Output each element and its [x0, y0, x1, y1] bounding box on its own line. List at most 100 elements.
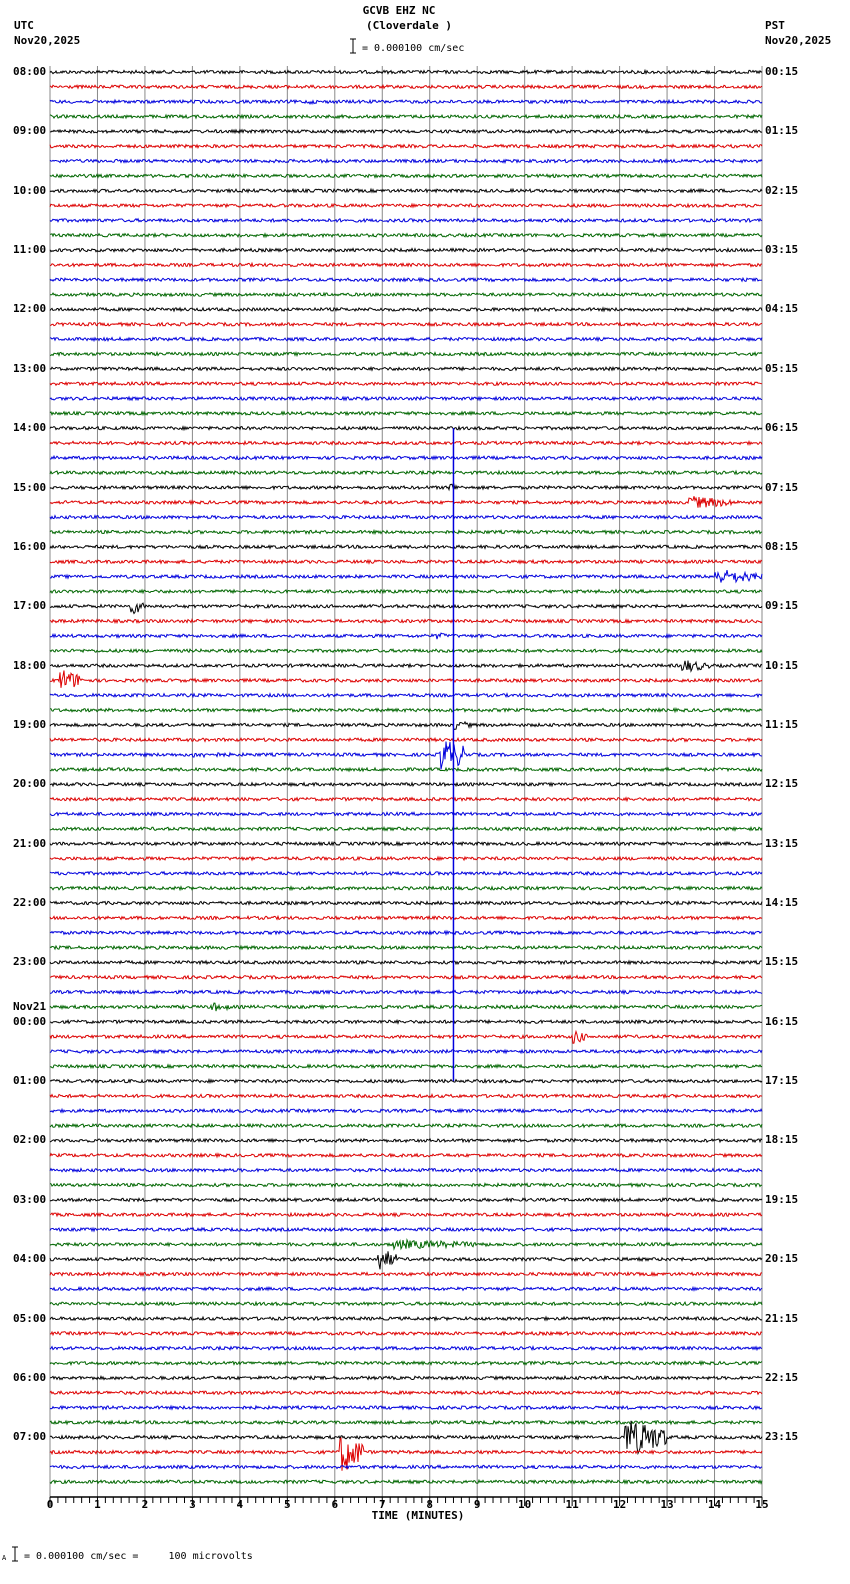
trace-line [49, 781, 763, 788]
trace-line [49, 1211, 763, 1218]
trace-line [49, 692, 763, 699]
trace-line [49, 1437, 763, 1471]
pst-hour-label: 19:15 [765, 1192, 799, 1206]
utc-hour-label: 21:00 [13, 836, 47, 850]
trace-line [49, 899, 763, 906]
trace-line [49, 410, 763, 417]
x-tick-label: 10 [518, 1498, 532, 1511]
x-tick-label: 12 [612, 1498, 627, 1511]
x-tick-label: 9 [473, 1498, 481, 1511]
trace-line [49, 796, 763, 803]
x-tick-label: 14 [707, 1498, 722, 1511]
trace-line [49, 1122, 763, 1129]
x-tick-label: 6 [331, 1498, 339, 1511]
trace-line [49, 365, 763, 372]
trace-line [49, 528, 762, 536]
pst-hour-label: 07:15 [765, 480, 799, 494]
trace-line [49, 974, 763, 981]
trace-line [49, 1063, 763, 1070]
pst-hour-label: 02:15 [765, 183, 799, 197]
pst-hour-label: 06:15 [765, 421, 799, 435]
trace-line [49, 632, 763, 640]
trace-line [49, 914, 763, 921]
trace-line [49, 143, 763, 150]
pst-hour-label: 16:15 [765, 1014, 799, 1028]
trace-line [49, 602, 763, 615]
pst-hour-label: 10:15 [765, 658, 799, 672]
utc-hour-label: 11:00 [13, 243, 47, 257]
trace-line [49, 855, 763, 862]
x-tick-label: 3 [189, 1498, 196, 1511]
utc-hour-label: 20:00 [13, 777, 47, 791]
trace-line [49, 1152, 763, 1159]
trace-line [49, 1226, 763, 1233]
utc-hour-label: 19:00 [13, 717, 47, 731]
utc-hour-label: 17:00 [13, 599, 47, 613]
trace-line [49, 276, 763, 283]
trace-line [49, 1464, 763, 1470]
pst-hour-label: 00:15 [765, 65, 799, 78]
trace-line [49, 469, 763, 476]
x-tick-label: 0 [46, 1498, 54, 1511]
trace-line [49, 741, 763, 770]
pst-hour-label: 08:15 [765, 539, 799, 553]
trace-line [49, 217, 763, 224]
x-tick-label: 11 [565, 1498, 579, 1511]
trace-line [49, 618, 763, 625]
trace-line [49, 543, 763, 550]
trace-line [49, 1271, 763, 1278]
pst-hour-label: 13:15 [765, 836, 799, 850]
trace-line [49, 514, 763, 521]
trace-line [49, 425, 763, 432]
trace-line [50, 706, 763, 714]
pst-hour-label: 05:15 [765, 361, 799, 375]
trace-line [50, 291, 763, 298]
utc-hour-label: 15:00 [13, 480, 47, 494]
utc-hour-label: 06:00 [13, 1370, 47, 1384]
trace-line [49, 1137, 763, 1144]
trace-line [49, 1092, 763, 1100]
trace-line [49, 558, 763, 565]
footer-scale-note: = 0.000100 cm/sec = 100 microvolts [24, 1551, 253, 1562]
x-tick-label: 5 [284, 1498, 291, 1511]
trace-line [49, 1167, 763, 1174]
trace-line [49, 395, 763, 402]
trace-line [49, 1478, 763, 1485]
trace-line [49, 172, 763, 179]
trace-line [49, 1315, 763, 1322]
footer-mark: A [2, 1554, 7, 1562]
utc-hour-label: 00:00 [13, 1014, 47, 1028]
trace-line [49, 1419, 763, 1426]
footer-scale-bar-icon [12, 1546, 18, 1566]
pst-hour-label: 15:15 [765, 955, 799, 969]
trace-line [49, 1002, 763, 1012]
x-tick-label: 13 [660, 1498, 674, 1511]
trace-line [49, 766, 763, 773]
utc-hour-label: 03:00 [13, 1192, 47, 1206]
trace-line [49, 1374, 763, 1381]
seismogram-plot [49, 66, 763, 1506]
trace-line [49, 1196, 763, 1203]
trace-line [49, 306, 763, 313]
trace-line [49, 68, 763, 76]
trace-line [49, 1344, 763, 1352]
trace-line [49, 959, 763, 966]
pst-hour-label: 12:15 [765, 777, 799, 791]
x-tick-label: 4 [236, 1498, 244, 1511]
trace-line [49, 1048, 763, 1055]
pst-hour-label: 20:15 [765, 1252, 799, 1266]
trace-line [49, 202, 763, 209]
utc-hour-label: 22:00 [13, 896, 47, 910]
trace-line [49, 1018, 763, 1025]
trace-line [49, 1300, 763, 1307]
pst-hour-label: 18:15 [765, 1133, 799, 1147]
x-tick-label: 2 [141, 1498, 149, 1511]
pst-hour-label: 14:15 [765, 896, 799, 910]
trace-line [49, 187, 763, 194]
trace-line [49, 588, 763, 595]
trace-line [49, 647, 763, 654]
trace-line [49, 870, 763, 877]
trace-line [49, 158, 763, 165]
trace-line [49, 1078, 763, 1085]
trace-line [49, 720, 763, 731]
